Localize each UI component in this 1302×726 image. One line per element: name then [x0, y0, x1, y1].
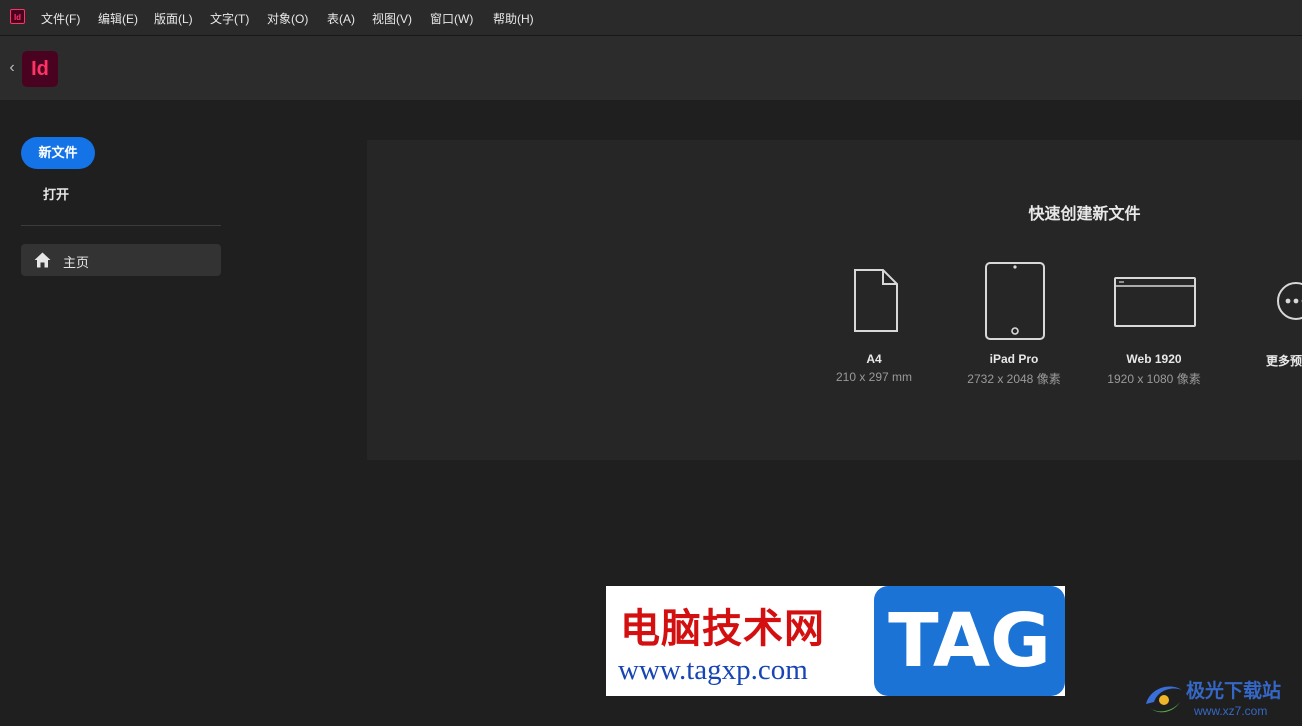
menu-bar: Id 文件(F) 编辑(E) 版面(L) 文字(T) 对象(O) 表(A) 视图… [0, 0, 1302, 36]
watermark-banner: 电脑技术网 www.tagxp.com TAG [606, 586, 1065, 696]
preset-a4[interactable]: A4 210 x 297 mm [809, 260, 939, 384]
page-icon [854, 269, 898, 332]
watermark-cn: 电脑技术网 [620, 605, 825, 652]
menu-table[interactable]: 表(A) [327, 10, 355, 27]
back-chevron-icon[interactable]: ‹ [6, 58, 18, 78]
preset-name: iPad Pro [989, 352, 1039, 366]
menu-view[interactable]: 视图(V) [372, 10, 412, 27]
preset-ipad-pro[interactable]: iPad Pro 2732 x 2048 像素 [949, 260, 1079, 387]
menu-edit[interactable]: 编辑(E) [98, 10, 138, 27]
menu-help[interactable]: 帮助(H) [493, 10, 534, 27]
corner-watermark: 极光下载站 www.xz7.com [1142, 674, 1302, 726]
tablet-icon [985, 262, 1045, 340]
browser-window-icon [1114, 277, 1196, 327]
menu-type[interactable]: 文字(T) [210, 10, 249, 27]
more-icon [1277, 282, 1302, 320]
preset-name: Web 1920 [1126, 352, 1182, 366]
quick-create-panel: 快速创建新文件 A4 210 x 297 mm iPad Pro 2732 x … [367, 140, 1302, 460]
watermark-tag: TAG [874, 586, 1065, 696]
nav-item-home-label: 主页 [63, 255, 90, 270]
nav-item-home[interactable]: 主页 [21, 244, 221, 276]
quick-create-title: 快速创建新文件 [1028, 206, 1141, 223]
menu-layout[interactable]: 版面(L) [154, 10, 193, 27]
preset-more[interactable]: 更多预设 [1227, 260, 1302, 369]
preset-size: 210 x 297 mm [835, 370, 913, 384]
menu-file[interactable]: 文件(F) [41, 10, 80, 27]
nav-divider [21, 225, 221, 226]
preset-name: A4 [866, 352, 882, 366]
menu-object[interactable]: 对象(O) [267, 10, 308, 27]
open-button[interactable]: 打开 [43, 184, 69, 203]
preset-name: 更多预设 [1266, 354, 1302, 368]
corner-watermark-cn: 极光下载站 [1186, 680, 1282, 702]
swirl-logo-icon [1146, 686, 1182, 713]
preset-size: 2732 x 2048 像素 [967, 372, 1061, 386]
app-mini-logo: Id [10, 9, 25, 24]
indesign-logo: Id [22, 51, 58, 87]
corner-watermark-url: www.xz7.com [1194, 704, 1268, 718]
new-file-button[interactable]: 新文件 [21, 137, 95, 169]
app-header: ‹ Id [0, 36, 1302, 100]
menu-window[interactable]: 窗口(W) [430, 10, 473, 27]
home-icon [34, 252, 51, 268]
watermark-url: www.tagxp.com [618, 654, 808, 686]
preset-web-1920[interactable]: Web 1920 1920 x 1080 像素 [1089, 260, 1219, 387]
preset-size: 1920 x 1080 像素 [1107, 372, 1201, 386]
